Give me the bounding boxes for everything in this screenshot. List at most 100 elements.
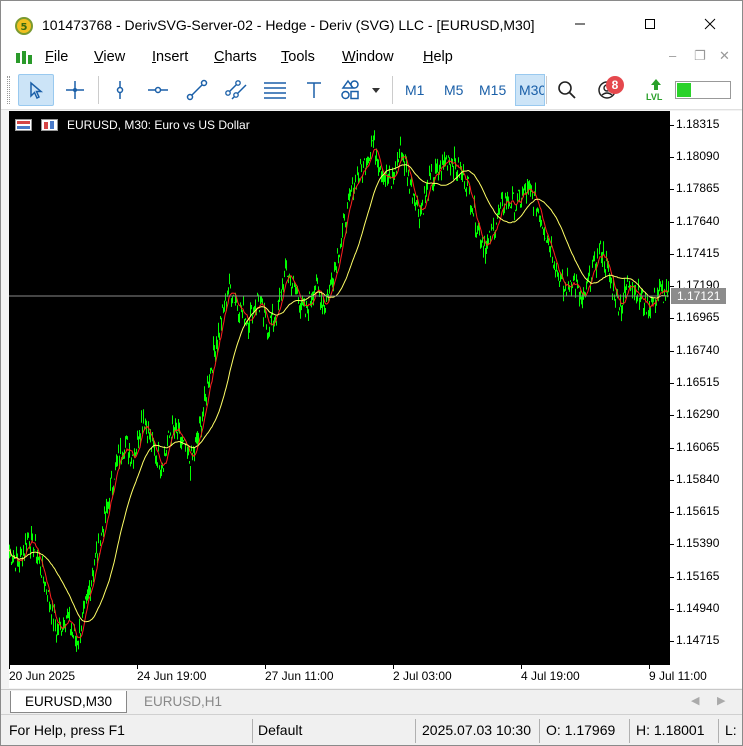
moving-average-slow-line [9, 164, 668, 623]
vertical-line-tool-button[interactable] [102, 74, 138, 106]
price-axis-label: 1.17640 [676, 213, 720, 228]
timeframe-m15-button[interactable]: M15 [479, 82, 506, 98]
mdi-restore-button[interactable]: ❐ [694, 48, 706, 64]
price-chart[interactable]: EURUSD, M30: Euro vs US Dollar [9, 111, 670, 688]
crosshair-tool-button[interactable] [57, 74, 93, 106]
price-axis-tick [670, 479, 674, 481]
price-axis-label: 1.15840 [676, 471, 720, 486]
channel-tool-button[interactable] [218, 74, 254, 106]
level-label: LVL [646, 92, 663, 102]
price-axis-tick [670, 512, 674, 514]
toolbar-grip[interactable] [7, 76, 10, 104]
status-profile[interactable]: Default [258, 722, 302, 738]
price-axis-tick [670, 253, 674, 255]
menu-insert[interactable]: Insert [152, 49, 188, 65]
horizontal-line-tool-button[interactable] [140, 74, 176, 106]
price-axis-tick [670, 286, 674, 288]
maximize-button[interactable] [627, 1, 673, 46]
status-low-price: L: [725, 722, 737, 738]
text-tool-button[interactable] [296, 74, 332, 106]
status-separator [718, 719, 719, 743]
price-axis-tick [670, 544, 674, 546]
price-axis-tick [670, 156, 674, 158]
timeframe-m5-button[interactable]: M5 [444, 82, 463, 98]
status-separator [629, 719, 630, 743]
price-axis-tick [670, 415, 674, 417]
status-high-price: H: 1.18001 [636, 722, 705, 738]
price-axis-label: 1.15390 [676, 536, 720, 551]
time-axis-label: 24 Jun 19:00 [137, 669, 207, 683]
maximize-icon [645, 18, 655, 29]
price-axis-label: 1.16740 [676, 342, 720, 357]
close-icon [704, 18, 716, 29]
price-axis-tick [670, 318, 674, 320]
cursor-tool-button[interactable] [18, 74, 54, 106]
chart-window-icon[interactable] [15, 50, 33, 66]
chart-tabs: EURUSD,M30 EURUSD,H1 ◀ ▶ [1, 689, 742, 714]
tab-eurusd-h1[interactable]: EURUSD,H1 [130, 691, 236, 713]
price-axis-label: 1.18090 [676, 148, 720, 163]
status-separator [539, 719, 540, 743]
moving-average-fast-line [9, 148, 669, 639]
price-axis: 1.18315 1.18090 1.17865 1.17640 1.17415 1.171… [670, 111, 742, 688]
trendline-icon [186, 79, 208, 101]
price-axis-tick [670, 221, 674, 223]
minimize-button[interactable] [557, 1, 603, 46]
tab-eurusd-m30[interactable]: EURUSD,M30 [10, 691, 128, 713]
account-button[interactable]: 8 [590, 74, 626, 106]
price-axis-label: 1.14940 [676, 601, 720, 616]
timeframe-m30-button[interactable]: M30 [515, 74, 545, 106]
menu-charts[interactable]: Charts [214, 49, 257, 65]
one-click-trading-icon[interactable] [41, 119, 58, 131]
horizontal-line-icon [148, 86, 168, 94]
app-logo-icon: 5 [15, 17, 33, 35]
fibonacci-tool-button[interactable] [257, 74, 293, 106]
status-bar: For Help, press F1 Default 2025.07.03 10… [1, 714, 742, 745]
price-axis-tick [670, 189, 674, 191]
menu-window[interactable]: Window [342, 49, 394, 65]
chart-symbol-label: EURUSD, M30: Euro vs US Dollar [67, 118, 250, 132]
menu-file[interactable]: File [45, 49, 68, 65]
tab-scroll-right-icon[interactable]: ▶ [717, 694, 725, 707]
menu-help[interactable]: Help [423, 49, 453, 65]
status-datetime: 2025.07.03 10:30 [422, 722, 531, 738]
minimize-icon [575, 23, 585, 24]
chart-window-icon [15, 119, 32, 131]
price-axis-tick [670, 447, 674, 449]
timeframe-m1-button[interactable]: M1 [405, 82, 424, 98]
price-axis-label: 1.16965 [676, 310, 720, 325]
text-icon [307, 82, 321, 98]
time-axis-label: 2 Jul 03:00 [393, 669, 452, 683]
price-axis-tick [670, 350, 674, 352]
price-axis-label: 1.18315 [676, 116, 720, 131]
level-indicator[interactable]: LVL [641, 78, 671, 106]
price-axis-label: 1.17415 [676, 245, 720, 260]
channel-icon [225, 80, 247, 100]
price-axis-label: 1.15615 [676, 504, 720, 519]
vertical-line-icon [116, 81, 124, 99]
price-axis-label: 1.14715 [676, 633, 720, 648]
mdi-close-button[interactable]: ✕ [719, 48, 730, 64]
toolbar-separator [546, 76, 547, 104]
search-icon [558, 81, 576, 99]
trendline-tool-button[interactable] [179, 74, 215, 106]
price-axis-label: 1.17865 [676, 181, 720, 196]
price-axis-tick [670, 124, 674, 126]
tab-scroll-left-icon[interactable]: ◀ [691, 694, 699, 707]
close-button[interactable] [687, 1, 733, 46]
search-button[interactable] [549, 74, 585, 106]
shapes-tool-button[interactable] [335, 74, 385, 106]
mdi-minimize-button[interactable]: – [669, 48, 676, 63]
menu-view[interactable]: View [94, 49, 125, 65]
time-axis-label: 20 Jun 2025 [9, 669, 76, 683]
current-price-badge: 1.17121 [671, 288, 727, 304]
upload-arrow-icon [651, 79, 661, 90]
title-bar: 5 101473768 - DerivSVG-Server-02 - Hedge… [1, 1, 742, 46]
level-meter-fill [677, 83, 691, 97]
time-axis-label: 27 Jun 11:00 [265, 669, 334, 683]
price-axis-label: 1.16065 [676, 439, 720, 454]
chart-canvas[interactable] [9, 111, 670, 688]
price-axis-tick [670, 382, 674, 384]
toolbar-separator [98, 76, 99, 104]
menu-tools[interactable]: Tools [281, 49, 315, 65]
